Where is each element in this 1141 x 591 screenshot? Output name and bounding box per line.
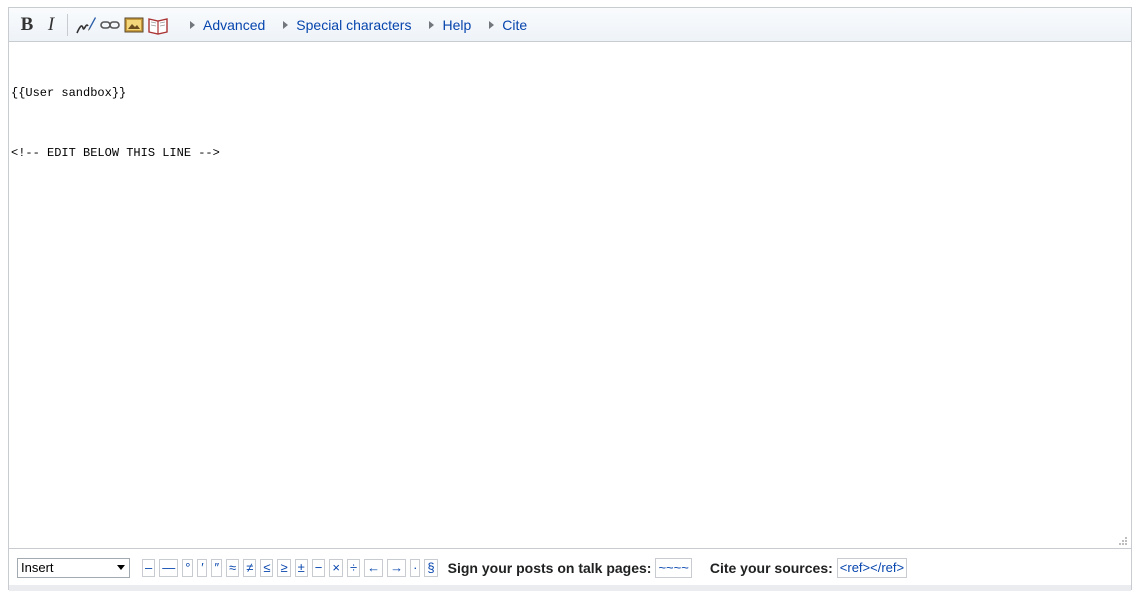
italic-button[interactable]: I — [39, 13, 63, 37]
tab-advanced-label: Advanced — [203, 16, 266, 33]
char-middle-dot[interactable]: · — [410, 558, 421, 577]
editor-toolbar: B I Advanced Special characters Help Cit… — [9, 8, 1131, 42]
link-button[interactable] — [98, 13, 122, 37]
toolbar-format-group: B I — [15, 8, 63, 41]
char-em-dash[interactable]: — — [159, 558, 179, 577]
expand-arrow-icon — [489, 20, 495, 29]
wikitext-editor: B I Advanced Special characters Help Cit… — [8, 7, 1132, 591]
expand-arrow-icon — [190, 20, 195, 29]
char-minus[interactable]: − — [311, 558, 326, 577]
char-section[interactable]: § — [424, 558, 438, 577]
bold-button[interactable]: B — [15, 13, 39, 37]
bold-icon: B — [20, 13, 34, 35]
char-degree[interactable]: ° — [182, 558, 194, 577]
tab-special-characters-label: Special characters — [296, 16, 412, 33]
char-double-prime[interactable]: ″ — [211, 558, 223, 577]
toolbar-separator — [67, 13, 68, 36]
special-char-list: – — ° ′ ″ ≈ ≠ ≤ ≥ ± − × ÷ ← → · § — [142, 558, 442, 577]
char-plus-minus[interactable]: ± — [294, 558, 308, 577]
expand-arrow-icon — [429, 20, 435, 29]
char-less-equal[interactable]: ≤ — [260, 558, 274, 577]
sign-posts-label: Sign your posts on talk pages: — [447, 559, 652, 576]
char-times[interactable]: × — [329, 558, 343, 577]
signature-snippet[interactable]: ~~~~ — [655, 557, 692, 578]
text-line: {{User sandbox}} — [11, 86, 127, 100]
image-icon — [124, 17, 144, 32]
tab-advanced[interactable]: Advanced — [190, 17, 265, 33]
char-right-arrow[interactable]: → — [387, 558, 407, 577]
tab-help[interactable]: Help — [429, 17, 471, 33]
char-left-arrow[interactable]: ← — [364, 558, 384, 577]
bottom-divider — [9, 585, 1131, 591]
wikitext-textarea[interactable]: {{User sandbox}} <!-- EDIT BELOW THIS LI… — [9, 42, 1131, 548]
edittools-bar: Insert – — ° ′ ″ ≈ ≠ ≤ ≥ ± − × ÷ ← → · §… — [9, 548, 1131, 586]
image-button[interactable] — [122, 13, 146, 37]
tab-cite[interactable]: Cite — [489, 17, 527, 33]
char-approx[interactable]: ≈ — [226, 558, 240, 577]
link-icon — [100, 20, 120, 29]
insert-select-value: Insert — [21, 560, 54, 575]
ref-snippet[interactable]: <ref></ref> — [836, 557, 908, 578]
expand-arrow-icon — [283, 20, 289, 29]
resize-grip-icon[interactable] — [1118, 536, 1128, 546]
reference-button[interactable] — [146, 13, 170, 37]
char-en-dash[interactable]: – — [142, 558, 156, 577]
tab-help-label: Help — [442, 16, 472, 33]
signature-button[interactable] — [74, 13, 98, 37]
tab-special-characters[interactable]: Special characters — [283, 17, 411, 33]
insert-select[interactable]: Insert — [17, 557, 130, 578]
char-prime[interactable]: ′ — [197, 558, 208, 577]
text-line: <!-- EDIT BELOW THIS LINE --> — [11, 146, 220, 160]
reference-icon — [148, 17, 168, 35]
cite-sources-label: Cite your sources: — [709, 559, 833, 576]
char-divide[interactable]: ÷ — [346, 558, 361, 577]
char-greater-equal[interactable]: ≥ — [277, 558, 291, 577]
signature-icon — [76, 16, 96, 33]
toolbar-insert-group — [74, 8, 170, 41]
chevron-down-icon — [117, 565, 125, 570]
char-not-equal[interactable]: ≠ — [243, 558, 257, 577]
tab-cite-label: Cite — [502, 16, 528, 33]
italic-icon: I — [47, 13, 55, 35]
